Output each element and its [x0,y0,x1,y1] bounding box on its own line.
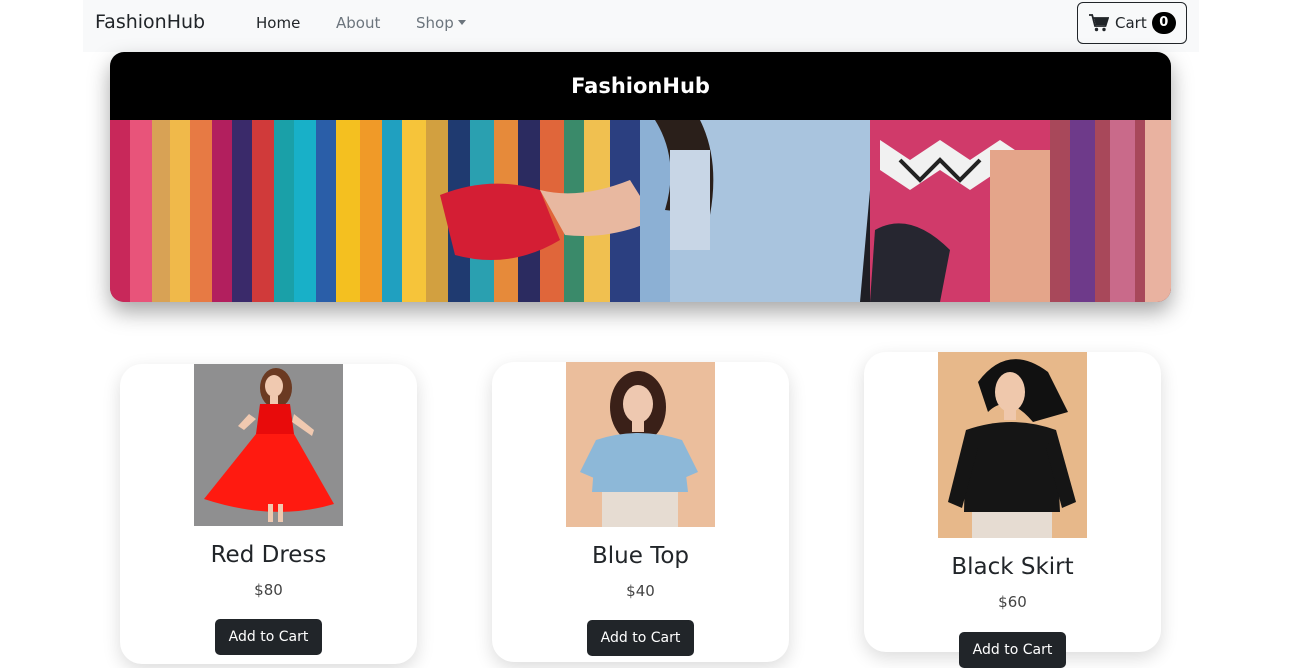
add-to-cart-button[interactable]: Add to Cart [959,632,1066,668]
product-card: Black Skirt $60 Add to Cart [864,352,1161,668]
product-price: $40 [626,582,655,600]
nav-link-home[interactable]: Home [256,14,300,32]
clothing-rack-shopping-image [110,120,1171,302]
black-skirt-image [938,352,1087,538]
product-card: Red Dress $80 Add to Cart [120,364,417,664]
brand-link[interactable]: FashionHub [95,11,205,33]
nav-link-shop-label: Shop [416,14,454,32]
product-card: Blue Top $40 Add to Cart [492,362,789,662]
cart-count-badge: 0 [1151,12,1176,34]
product-name: Blue Top [591,543,690,569]
cart-button[interactable]: Cart 0 [1077,2,1187,44]
red-dress-image [194,364,343,526]
product-name: Black Skirt [951,554,1074,580]
add-to-cart-button[interactable]: Add to Cart [587,620,694,656]
hero-banner: FashionHub [110,52,1171,302]
chevron-down-icon [457,20,466,25]
navbar: FashionHub Home About Shop Cart 0 [83,0,1199,52]
nav-link-about[interactable]: About [336,14,380,32]
product-price: $60 [998,593,1027,611]
cart-label: Cart [1115,14,1147,32]
product-price: $80 [254,581,283,599]
add-to-cart-button[interactable]: Add to Cart [215,619,322,655]
nav-link-shop-dropdown[interactable]: Shop [416,14,466,32]
product-name: Red Dress [210,542,327,568]
cart-icon [1089,14,1109,32]
hero-title: FashionHub [110,52,1171,120]
blue-top-image [566,362,715,527]
